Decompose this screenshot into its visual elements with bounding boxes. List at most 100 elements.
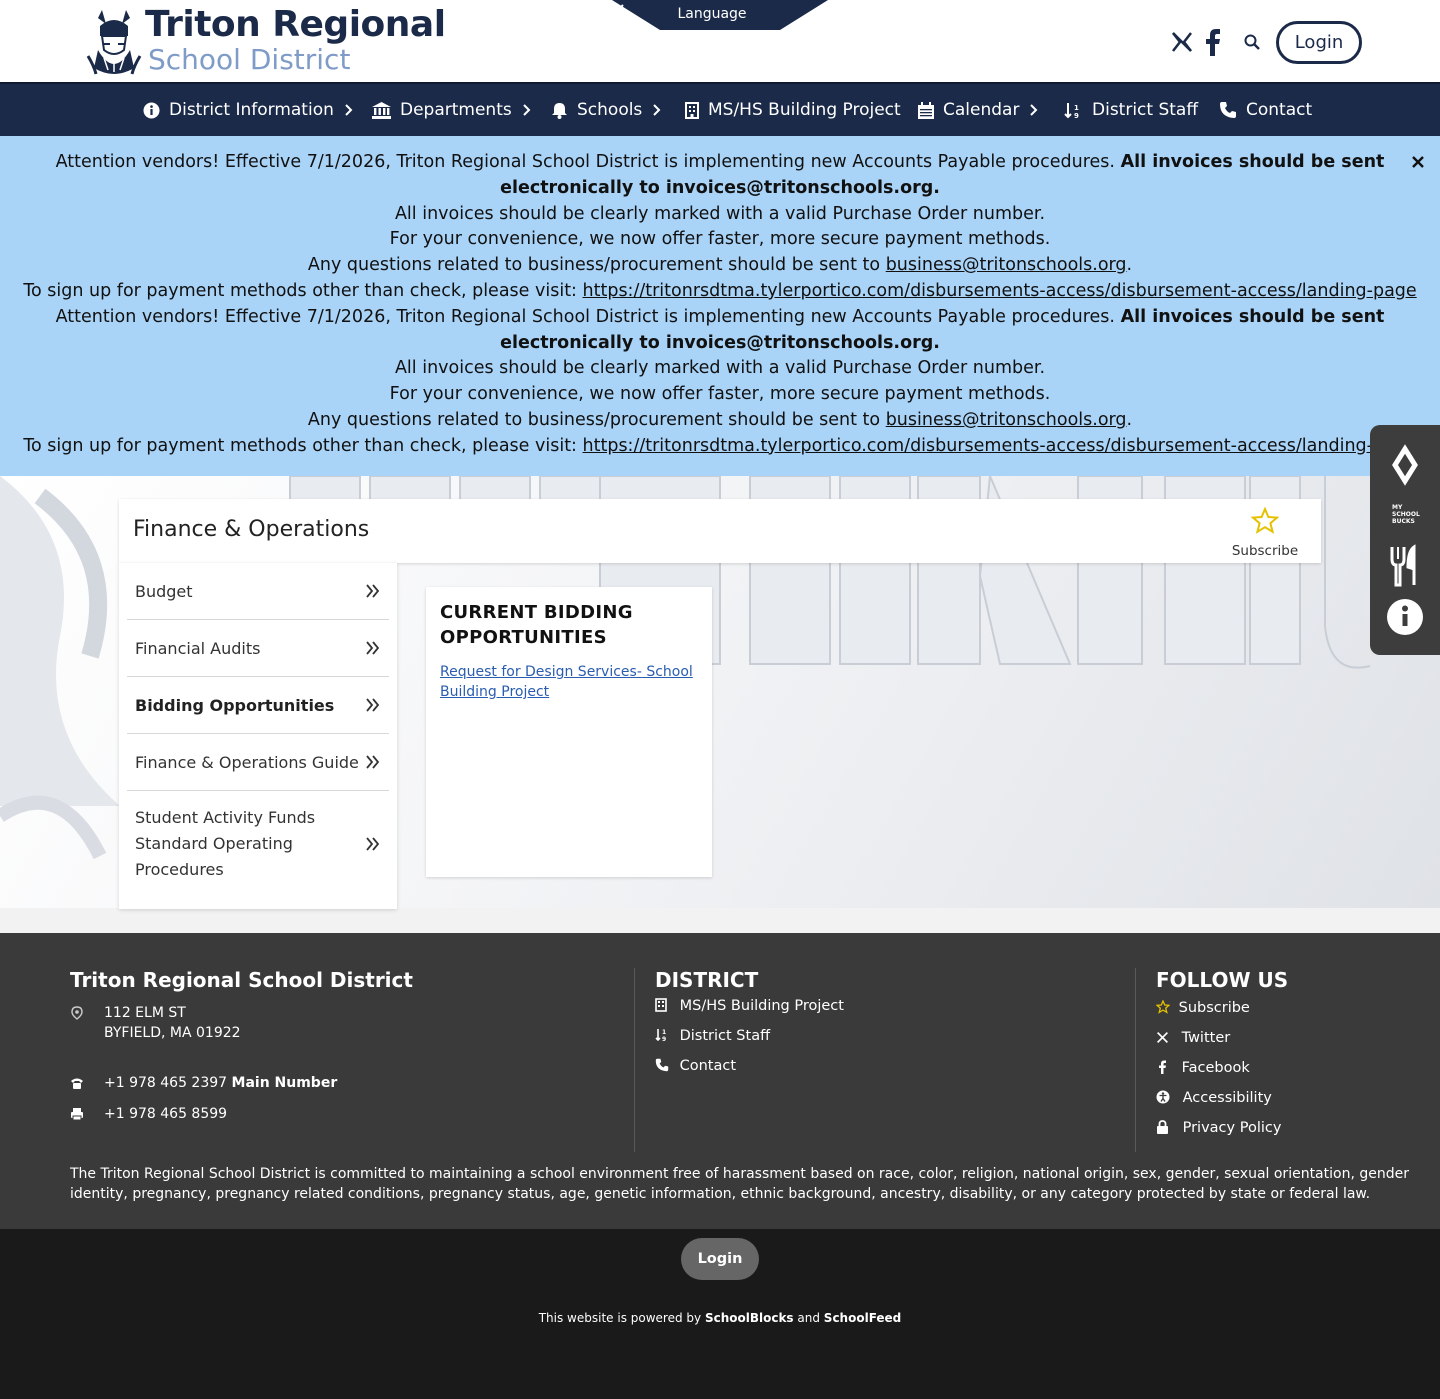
alert-line: All invoices should be clearly marked wi… (394, 203, 1046, 224)
footer-link-label: District Staff (679, 1028, 771, 1044)
building-columns-icon (372, 101, 391, 119)
star-icon (1155, 999, 1171, 1014)
phone-icon (1220, 102, 1236, 118)
powered-and: and (793, 1311, 824, 1325)
dock-my-school-bucks-button[interactable]: MY SCHOOL BUCKS (1370, 495, 1440, 535)
business-email-link[interactable]: business@tritonschools.org (886, 410, 1127, 430)
alert-line: Attention vendors! Effective 7/1/2026, T… (55, 306, 1121, 327)
nav-contact[interactable]: Contact (1219, 84, 1312, 136)
dock-app-button[interactable] (1370, 443, 1440, 487)
footer-link-twitter[interactable]: Twitter (1156, 1030, 1230, 1046)
logo-title[interactable]: Triton Regional (145, 4, 446, 45)
bell-icon (552, 102, 567, 119)
facebook-icon[interactable] (1202, 28, 1224, 56)
quick-links-dock: MY SCHOOL BUCKS (1370, 425, 1440, 655)
accessibility-icon (1156, 1090, 1170, 1104)
footer-link-building-project[interactable]: MS/HS Building Project (655, 998, 844, 1014)
close-icon[interactable] (1410, 154, 1426, 170)
nav-district-staff[interactable]: 19 District Staff (1064, 84, 1198, 136)
footer-link-subscribe[interactable]: Subscribe (1155, 999, 1250, 1016)
viking-logo-icon[interactable] (84, 6, 144, 76)
alert-block: Attention vendors! Effective 7/1/2026, T… (14, 150, 1426, 305)
site-footer: Triton Regional School District 112 ELM … (0, 933, 1440, 1229)
nav-district-information[interactable]: District Information (143, 84, 354, 136)
sidebar-item-label: Student Activity Funds Standard Operatin… (135, 808, 316, 879)
section-sidebar: Budget Financial Audits Bidding Opportun… (119, 563, 397, 909)
subscribe-button[interactable]: Subscribe (1223, 507, 1307, 559)
sidebar-item-finance-operations-guide[interactable]: Finance & Operations Guide (127, 734, 389, 791)
nav-calendar[interactable]: Calendar (918, 84, 1039, 136)
footer-link-contact[interactable]: Contact (655, 1058, 736, 1074)
nav-schools[interactable]: Schools (551, 84, 662, 136)
design-services-rfp-link[interactable]: Request for Design Services- School Buil… (440, 662, 700, 702)
schoolfeed-link[interactable]: SchoolFeed (824, 1311, 901, 1325)
sidebar-item-bidding-opportunities[interactable]: Bidding Opportunities (127, 677, 389, 734)
alert-punct: . (1126, 255, 1133, 276)
my-school-bucks-icon: MY SCHOOL BUCKS (1392, 504, 1420, 525)
sidebar-item-label: Budget (135, 582, 193, 601)
chevron-right-icon (523, 104, 531, 116)
chevron-right-icon (1030, 104, 1038, 116)
info-icon (143, 102, 160, 118)
alert-line: Any questions related to business/procur… (307, 409, 886, 430)
chevron-down-icon (614, 4, 624, 11)
nav-label: MS/HS Building Project (708, 100, 901, 120)
dock-info-button[interactable] (1370, 595, 1440, 639)
star-icon (1251, 507, 1279, 534)
sidebar-item-student-activity-funds[interactable]: Student Activity Funds Standard Operatin… (127, 791, 389, 895)
portico-landing-link[interactable]: https://tritonrsdtma.tylerportico.com/di… (583, 436, 1417, 456)
sidebar-item-label: Financial Audits (135, 639, 261, 658)
chevron-right-icon (345, 104, 353, 116)
info-circle-icon (1387, 599, 1423, 635)
footer-fax: +1 978 465 8599 (104, 1106, 228, 1122)
nav-label: Departments (400, 100, 512, 120)
svg-text:1: 1 (662, 1029, 666, 1036)
footer-address-line2: BYFIELD, MA 01922 (104, 1025, 241, 1041)
lock-icon (1157, 1120, 1168, 1134)
footer-link-accessibility[interactable]: Accessibility (1156, 1090, 1272, 1106)
double-chevron-right-icon (366, 698, 380, 712)
x-twitter-icon (1157, 1032, 1168, 1043)
sidebar-item-label: Bidding Opportunities (135, 696, 335, 715)
logo-subtitle[interactable]: School District (148, 43, 350, 76)
powered-prefix: This website is powered by (538, 1311, 705, 1325)
schoolblocks-link[interactable]: SchoolBlocks (705, 1311, 794, 1325)
login-button[interactable]: Login (1276, 21, 1362, 64)
footer-link-facebook[interactable]: Facebook (1156, 1060, 1250, 1076)
language-selector[interactable]: Language (612, 0, 828, 30)
fax-printer-icon (71, 1108, 83, 1121)
footer-link-privacy-policy[interactable]: Privacy Policy (1156, 1120, 1281, 1136)
footer-link-label: Subscribe (1178, 1000, 1250, 1016)
footer-district-heading: DISTRICT (655, 968, 759, 992)
bottom-login-button[interactable]: Login (681, 1238, 759, 1280)
bidding-opportunities-card: CURRENT BIDDING OPPORTUNITIES Request fo… (426, 587, 712, 877)
main-navigation: District Information Departments Schools… (0, 82, 1440, 136)
business-email-link[interactable]: business@tritonschools.org (886, 255, 1127, 275)
svg-text:9: 9 (1074, 112, 1079, 119)
chevron-right-icon (653, 104, 661, 116)
building-icon (655, 998, 667, 1012)
alert-line: For your convenience, we now offer faste… (389, 229, 1051, 250)
sort-icon: 19 (1064, 102, 1079, 119)
sort-icon: 19 (655, 1029, 666, 1043)
footer-link-district-staff[interactable]: 19 District Staff (655, 1028, 770, 1044)
alert-line: All invoices should be clearly marked wi… (394, 358, 1046, 379)
sidebar-item-budget[interactable]: Budget (127, 563, 389, 620)
footer-phone[interactable]: +1 978 465 2397 Main Number (104, 1073, 337, 1093)
dock-menu-button[interactable] (1370, 543, 1440, 589)
svg-text:BUCKS: BUCKS (1392, 518, 1415, 525)
search-icon[interactable] (1243, 33, 1261, 51)
footer-link-label: Contact (679, 1058, 737, 1074)
portico-landing-link[interactable]: https://tritonrsdtma.tylerportico.com/di… (583, 281, 1417, 301)
card-title: CURRENT BIDDING OPPORTUNITIES (440, 602, 633, 648)
nav-label: Schools (577, 100, 643, 120)
sidebar-item-financial-audits[interactable]: Financial Audits (127, 620, 389, 677)
footer-link-label: Accessibility (1182, 1090, 1272, 1106)
x-twitter-icon[interactable] (1170, 30, 1194, 54)
nav-departments[interactable]: Departments (372, 84, 532, 136)
app-icon (1392, 444, 1418, 486)
footer-divider (634, 968, 635, 1152)
alert-line: Attention vendors! Effective 7/1/2026, T… (55, 152, 1121, 172)
svg-text:9: 9 (662, 1036, 666, 1042)
nav-ms-hs-building-project[interactable]: MS/HS Building Project (685, 84, 901, 136)
